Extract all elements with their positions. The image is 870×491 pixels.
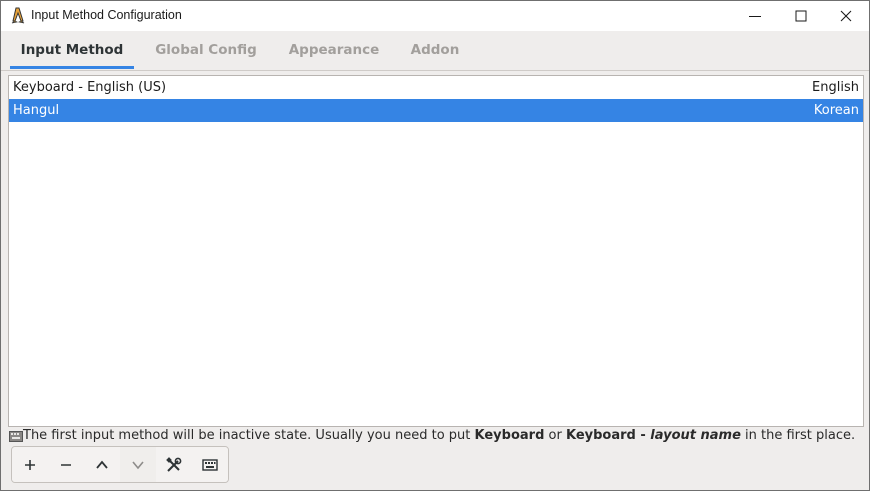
chevron-up-icon — [96, 460, 108, 469]
chevron-down-icon — [132, 461, 144, 470]
keyboard-icon — [202, 459, 218, 471]
input-method-name: Hangul — [13, 103, 60, 118]
configure-button[interactable] — [156, 447, 193, 482]
info-italic-layout-name: layout name — [650, 428, 741, 443]
window-title: Input Method Configuration — [31, 8, 182, 22]
tab-input-method[interactable]: Input Method — [10, 32, 134, 69]
configure-tools-icon — [166, 457, 182, 472]
info-bold-keyboard-layout: Keyboard - — [565, 428, 651, 443]
maximize-button[interactable] — [778, 1, 824, 31]
add-input-method-button[interactable] — [12, 447, 49, 482]
info-text-part: The first input method will be inactive … — [23, 428, 475, 443]
minus-icon — [61, 464, 71, 466]
tab-label: Addon — [410, 42, 460, 58]
minimize-button[interactable] — [732, 1, 778, 31]
tab-appearance[interactable]: Appearance — [278, 32, 390, 68]
keyboard-layout-button[interactable] — [192, 447, 228, 482]
main-window: Input Method Configuration Input Method … — [0, 0, 870, 491]
info-text-part: in the first place. — [740, 428, 856, 443]
tab-addon[interactable]: Addon — [400, 32, 470, 68]
list-item[interactable]: Keyboard - English (US) English — [9, 76, 863, 99]
move-down-button[interactable] — [120, 447, 157, 482]
tab-label: Input Method — [20, 42, 124, 58]
info-text-part: or — [544, 428, 566, 443]
tab-label: Global Config — [155, 42, 257, 58]
close-icon — [840, 10, 852, 22]
title-bar[interactable]: Input Method Configuration — [1, 1, 869, 31]
tab-bar: Input Method Global Config Appearance Ad… — [1, 32, 869, 71]
input-method-language: Korean — [813, 103, 859, 118]
tab-global-config[interactable]: Global Config — [144, 32, 268, 68]
maximize-icon — [795, 10, 807, 22]
input-method-list[interactable]: Keyboard - English (US) English Hangul K… — [8, 75, 864, 427]
remove-input-method-button[interactable] — [48, 447, 85, 482]
input-method-name: Keyboard - English (US) — [13, 80, 167, 95]
minimize-icon — [749, 16, 761, 17]
keyboard-small-icon — [9, 430, 23, 442]
active-tab-indicator — [10, 66, 134, 69]
info-message: The first input method will be inactive … — [8, 427, 868, 445]
info-text: The first input method will be inactive … — [23, 427, 855, 444]
input-method-language: English — [812, 80, 859, 95]
list-toolbar — [11, 446, 229, 483]
list-item-selected[interactable]: Hangul Korean — [9, 99, 863, 122]
tab-label: Appearance — [288, 42, 380, 58]
close-button[interactable] — [823, 1, 869, 31]
info-bold-keyboard: Keyboard — [474, 428, 545, 443]
move-up-button[interactable] — [84, 447, 121, 482]
plus-icon — [25, 460, 35, 470]
penguin-app-icon — [10, 7, 26, 24]
